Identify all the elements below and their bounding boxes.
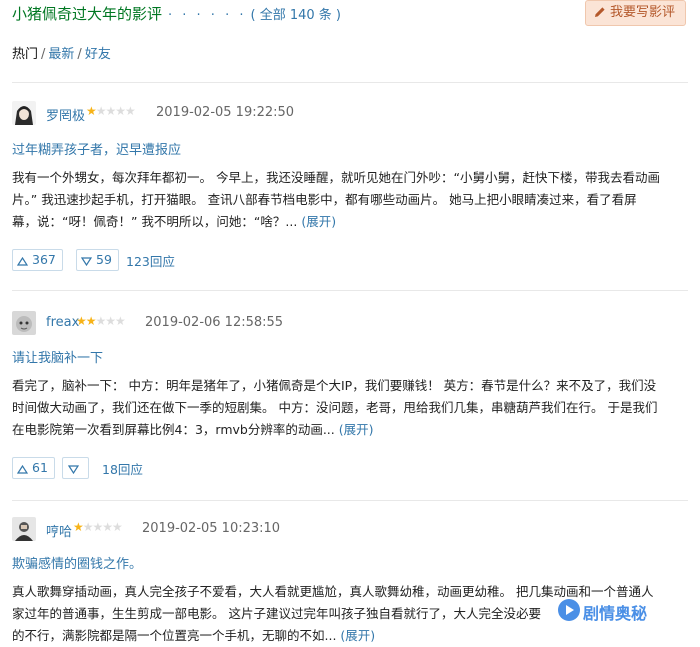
review-body: 看完了，脑补一下： 中方：明年是猪年了，小猪佩奇是个大IP，我们要赚钱！ 英方：… [12,375,682,441]
downvote-button[interactable]: 59 [76,249,119,271]
upvote-button[interactable]: 61 [12,457,55,479]
downvote-button[interactable] [62,457,89,479]
page-title: 小猪佩奇过大年的影评 · · · · · ·( 全部 140 条 ) [12,3,341,24]
review-author[interactable]: 哼哈 [46,521,72,540]
title-dots: · · · · · · [168,8,247,23]
pencil-icon [594,7,605,18]
page-title-text[interactable]: 小猪佩奇过大年的影评 [12,5,162,23]
write-review-label: 我要写影评 [609,5,675,20]
review-line: 在电影院第一次看到屏幕比例4：3，rmvb分辨率的动画... [12,422,335,437]
review-author[interactable]: 罗罔极 [46,105,85,124]
rating-stars: ★★★★★ [76,314,126,328]
expand-link[interactable]: (展开) [340,628,375,643]
avatar[interactable] [12,517,36,541]
rating-stars: ★★★★★ [86,104,136,118]
review-line-last: 幕，说：“呀！佩奇！” 我不明所以，问她：“啥？... (展开) [12,211,682,233]
tab-latest[interactable]: 最新 [48,47,74,62]
tab-separator: / [41,47,46,62]
review-count[interactable]: ( 全部 140 条 ) [250,8,341,23]
replies-link[interactable]: 18回应 [102,459,143,478]
review-item: 罗罔极 ★★★★★ 2019-02-05 19:22:50 过年糊弄孩子者，迟早… [12,82,688,283]
avatar[interactable] [12,311,36,335]
tab-separator: / [77,47,82,62]
review-line-last: 在电影院第一次看到屏幕比例4：3，rmvb分辨率的动画... (展开) [12,419,682,441]
review-item: freax ★★★★★ 2019-02-06 12:58:55 请让我脑补一下 … [12,290,688,496]
review-time: 2019-02-06 12:58:55 [145,315,284,330]
review-line: 片。” 我迅速抄起手机，打开猫眼。 查讯八部春节档电影中，都有哪些动画片。 她马… [12,192,637,207]
arrow-down-icon [67,465,80,475]
arrow-down-icon [80,257,93,267]
upvote-count: 367 [32,252,56,267]
review-title[interactable]: 过年糊弄孩子者，迟早遭报应 [12,139,181,158]
arrow-up-icon [16,464,29,474]
watermark: 剧情奥秘 [557,593,697,633]
upvote-count: 61 [32,460,48,475]
review-line: 看完了，脑补一下： 中方：明年是猪年了，小猪佩奇是个大IP，我们要赚钱！ 英方：… [12,378,657,393]
tab-hot[interactable]: 热门 [12,47,38,62]
review-time: 2019-02-05 10:23:10 [142,521,281,536]
sort-tabs: 热门 / 最新 / 好友 [12,43,111,62]
expand-link[interactable]: (展开) [301,214,336,229]
tab-friends[interactable]: 好友 [85,47,111,62]
review-line: 我有一个外甥女，每次拜年都初一。 今早上，我还没睡醒，就听见她在门外吵：“小舅小… [12,170,660,185]
replies-link[interactable]: 123回应 [126,251,175,270]
review-title[interactable]: 欺骗感情的圈钱之作。 [12,553,142,572]
review-author[interactable]: freax [46,315,79,330]
review-time: 2019-02-05 19:22:50 [156,105,295,120]
review-line: 的不行，满影院都是隔一个位置亮一个手机，无聊的不如... [12,628,337,643]
upvote-button[interactable]: 367 [12,249,63,271]
review-line: 幕，说：“呀！佩奇！” 我不明所以，问她：“啥？... [12,214,298,229]
review-line: 时间做大动画了，我们还在做下一季的短剧集。 中方：没问题，老哥，甩给我们几集，串… [12,400,658,415]
watermark-logo-icon [558,599,580,621]
arrow-up-icon [16,256,29,266]
review-body: 我有一个外甥女，每次拜年都初一。 今早上，我还没睡醒，就听见她在门外吵：“小舅小… [12,167,682,233]
header: 小猪佩奇过大年的影评 · · · · · ·( 全部 140 条 ) 我要写影评 [12,0,688,30]
downvote-count: 59 [96,252,112,267]
avatar[interactable] [12,101,36,125]
expand-link[interactable]: (展开) [339,422,374,437]
review-title[interactable]: 请让我脑补一下 [12,347,103,366]
rating-stars: ★★★★★ [73,520,123,534]
watermark-text: 剧情奥秘 [583,604,648,623]
write-review-button[interactable]: 我要写影评 [584,0,686,26]
